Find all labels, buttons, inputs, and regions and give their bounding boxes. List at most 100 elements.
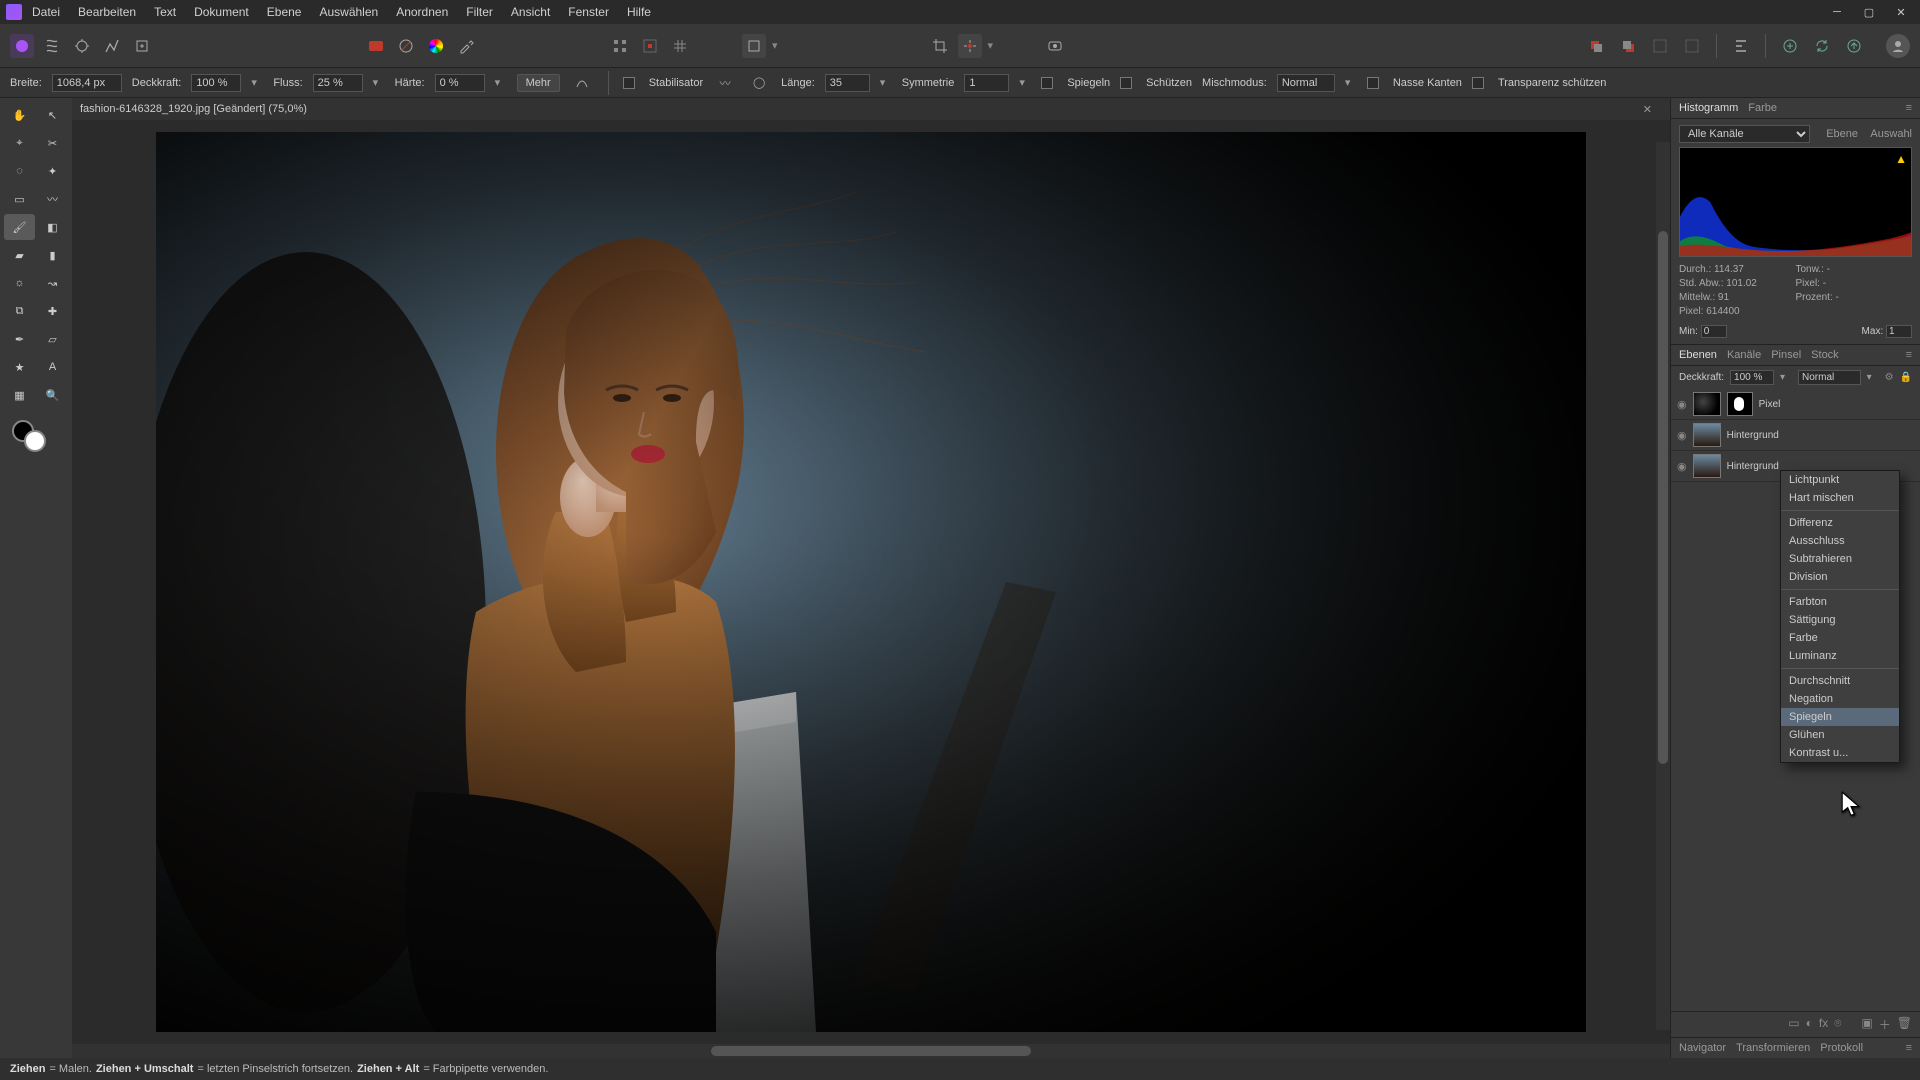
healing-tool-icon[interactable]: ✚ <box>37 298 68 324</box>
erase-tool-icon[interactable]: ◧ <box>37 214 68 240</box>
add-layer-icon[interactable]: ＋ <box>1879 1016 1891 1033</box>
liquify-persona-icon[interactable] <box>40 34 64 58</box>
export-persona-icon[interactable] <box>130 34 154 58</box>
tab-stock[interactable]: Stock <box>1811 349 1839 361</box>
minimize-button[interactable]: ─ <box>1824 4 1850 20</box>
align-dropdown-icon[interactable] <box>742 34 766 58</box>
color-picker-tool-icon[interactable]: ⌖ <box>4 130 35 156</box>
crop-tool-icon[interactable]: ✂ <box>37 130 68 156</box>
selection-brush-tool-icon[interactable]: ◌ <box>4 158 35 184</box>
flow-input[interactable] <box>313 74 363 92</box>
blend-mode-option[interactable]: Glühen <box>1781 726 1899 744</box>
menu-document[interactable]: Dokument <box>194 5 249 19</box>
flood-select-tool-icon[interactable]: ✦ <box>37 158 68 184</box>
swatch-none-icon[interactable] <box>394 34 418 58</box>
group-icon[interactable]: ▣ <box>1861 1016 1872 1033</box>
layer-thumb[interactable] <box>1693 392 1721 416</box>
dodge-tool-icon[interactable]: ☼ <box>4 270 35 296</box>
mirror-checkbox[interactable] <box>1041 77 1053 89</box>
blend-mode-option[interactable]: Division <box>1781 568 1899 586</box>
tab-histogram[interactable]: Histogramm <box>1679 102 1738 114</box>
scrollbar-thumb[interactable] <box>1658 231 1668 764</box>
tab-brushes[interactable]: Pinsel <box>1771 349 1801 361</box>
sync-upload-icon[interactable] <box>1842 34 1866 58</box>
adjustment-layer-icon[interactable]: ◐ <box>1806 1016 1813 1033</box>
menu-select[interactable]: Auswählen <box>319 5 378 19</box>
maximize-button[interactable]: ▢ <box>1856 4 1882 20</box>
blend-mode-option[interactable]: Differenz <box>1781 514 1899 532</box>
arrange-back-icon[interactable] <box>1616 34 1640 58</box>
shape-tool-icon[interactable]: ▱ <box>37 326 68 352</box>
menu-window[interactable]: Fenster <box>568 5 609 19</box>
layer-blend-select[interactable] <box>1798 370 1861 385</box>
photo-persona-icon[interactable] <box>10 34 34 58</box>
close-icon[interactable]: ✕ <box>1643 103 1652 116</box>
freehand-select-tool-icon[interactable]: 〰 <box>37 186 68 212</box>
menu-arrange[interactable]: Anordnen <box>396 5 448 19</box>
blend-mode-option[interactable]: Farbton <box>1781 593 1899 611</box>
pressure-toggle-icon[interactable] <box>570 71 594 95</box>
lock-icon[interactable]: 🔒 <box>1900 372 1912 383</box>
horizontal-scrollbar[interactable] <box>72 1044 1670 1058</box>
menu-view[interactable]: Ansicht <box>511 5 550 19</box>
zoom-tool-icon[interactable]: 🔍 <box>37 382 68 408</box>
opacity-input[interactable] <box>191 74 241 92</box>
blend-mode-option[interactable]: Hart mischen <box>1781 489 1899 507</box>
chevron-down-icon[interactable]: ▾ <box>1780 372 1792 383</box>
more-button[interactable]: Mehr <box>517 74 560 92</box>
sync-add-icon[interactable] <box>1778 34 1802 58</box>
chevron-down-icon[interactable]: ▾ <box>1867 372 1879 383</box>
chevron-down-icon[interactable]: ▾ <box>495 76 507 89</box>
chevron-down-icon[interactable]: ▾ <box>373 76 385 89</box>
menu-filter[interactable]: Filter <box>466 5 493 19</box>
length-input[interactable] <box>825 74 870 92</box>
menu-edit[interactable]: Bearbeiten <box>78 5 136 19</box>
protect-checkbox[interactable] <box>1120 77 1132 89</box>
protect-alpha-checkbox[interactable] <box>1472 77 1484 89</box>
color-swatches[interactable] <box>4 416 68 456</box>
snap-center-icon[interactable] <box>638 34 662 58</box>
move-tool-icon[interactable]: ↖ <box>37 102 68 128</box>
sync-update-icon[interactable] <box>1810 34 1834 58</box>
vertical-scrollbar[interactable] <box>1656 142 1670 1030</box>
menu-help[interactable]: Hilfe <box>627 5 651 19</box>
text-tool-icon[interactable]: A <box>37 354 68 380</box>
develop-persona-icon[interactable] <box>70 34 94 58</box>
gear-icon[interactable]: ⚙ <box>1885 372 1894 383</box>
visibility-icon[interactable]: ◉ <box>1677 398 1687 411</box>
swatch-rainbow-icon[interactable] <box>424 34 448 58</box>
panel-menu-icon[interactable]: ≡ <box>1906 102 1912 114</box>
tab-channels[interactable]: Kanäle <box>1727 349 1761 361</box>
blend-mode-option[interactable]: Lichtpunkt <box>1781 471 1899 489</box>
scope-selection-button[interactable]: Auswahl <box>1864 128 1912 140</box>
tab-navigator[interactable]: Navigator <box>1679 1042 1726 1054</box>
star-tool-icon[interactable]: ★ <box>4 354 35 380</box>
visibility-icon[interactable]: ◉ <box>1677 429 1687 442</box>
crop-tool-icon[interactable] <box>928 34 952 58</box>
canvas-viewport[interactable] <box>72 120 1670 1044</box>
snap-icon[interactable] <box>608 34 632 58</box>
wet-checkbox[interactable] <box>1367 77 1379 89</box>
layer-name[interactable]: Hintergrund <box>1727 430 1779 441</box>
layer-opacity-input[interactable] <box>1730 370 1774 385</box>
blend-mode-option[interactable]: Spiegeln <box>1781 708 1899 726</box>
scrollbar-thumb[interactable] <box>711 1046 1031 1056</box>
stabilizer-checkbox[interactable] <box>623 77 635 89</box>
pen-tool-icon[interactable]: ✒ <box>4 326 35 352</box>
arrange-front-icon[interactable] <box>1584 34 1608 58</box>
document-tab-title[interactable]: fashion-6146328_1920.jpg [Geändert] (75,… <box>80 103 307 115</box>
gradient-tool-icon[interactable]: ▮ <box>37 242 68 268</box>
rope-mode-icon[interactable]: 〰 <box>713 71 737 95</box>
layer-thumb[interactable] <box>1693 454 1721 478</box>
layer-mask-thumb[interactable] <box>1727 392 1753 416</box>
max-input[interactable] <box>1886 325 1912 338</box>
blendmode-input[interactable] <box>1277 74 1335 92</box>
tone-map-persona-icon[interactable] <box>100 34 124 58</box>
swatch-red-icon[interactable] <box>364 34 388 58</box>
blend-mode-dropdown[interactable]: LichtpunktHart mischenDifferenzAusschlus… <box>1780 470 1900 763</box>
color-picker-icon[interactable] <box>454 34 478 58</box>
blend-mode-option[interactable]: Subtrahieren <box>1781 550 1899 568</box>
visibility-icon[interactable]: ◉ <box>1677 460 1687 473</box>
mesh-tool-icon[interactable]: ▦ <box>4 382 35 408</box>
fill-tool-icon[interactable]: ▰ <box>4 242 35 268</box>
